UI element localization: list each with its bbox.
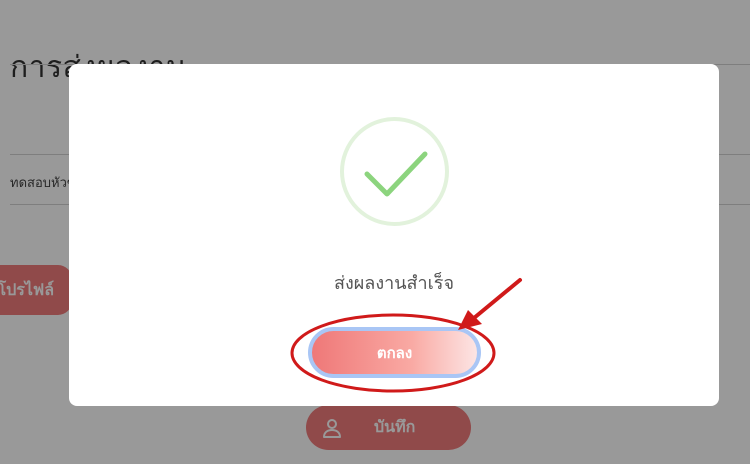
success-check-icon <box>340 117 449 226</box>
ok-button[interactable]: ตกลง <box>308 327 481 378</box>
success-dialog: ส่งผลงานสำเร็จ ตกลง <box>69 64 719 406</box>
success-message: ส่งผลงานสำเร็จ <box>333 273 454 294</box>
